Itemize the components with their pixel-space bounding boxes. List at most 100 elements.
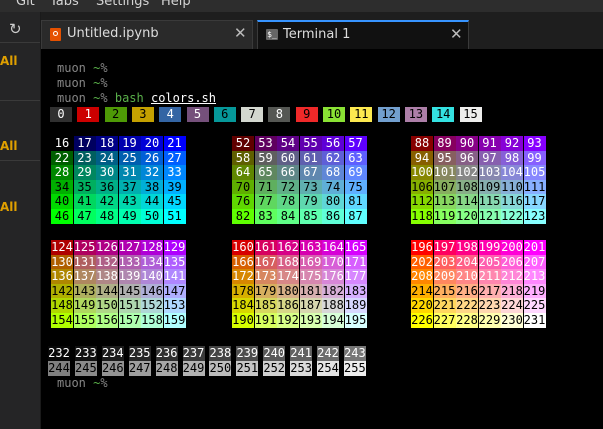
color-cell-233: 233 — [74, 346, 97, 361]
color-cell-98: 98 — [501, 150, 523, 166]
color-cell-36: 36 — [96, 179, 118, 195]
color-cell-33: 33 — [163, 165, 186, 181]
color-cell-69: 69 — [344, 165, 367, 181]
color-cell-190: 190 — [232, 313, 254, 328]
color-cell-244: 244 — [48, 360, 70, 376]
color-cell-70: 70 — [232, 179, 254, 195]
color-cell-136: 136 — [51, 269, 73, 285]
command-line: muon ~% bash colors.sh — [57, 91, 216, 106]
color-cell-34: 34 — [51, 179, 73, 195]
refresh-icon[interactable]: ↻ — [9, 20, 22, 38]
color-cell-54: 54 — [277, 136, 299, 151]
color-cell-79: 79 — [299, 194, 322, 210]
menu-help[interactable]: Help — [161, 0, 191, 9]
color-cell-173: 173 — [254, 269, 277, 285]
color-cell-234: 234 — [101, 346, 124, 361]
menu-tabs[interactable]: Tabs — [50, 0, 79, 9]
color-cell-119: 119 — [433, 209, 456, 224]
color-cell-75: 75 — [344, 179, 367, 195]
color-cell-156: 156 — [96, 313, 118, 328]
color-cell-143: 143 — [73, 283, 96, 299]
menu-settings[interactable]: Settings — [96, 0, 149, 9]
color-cell-193: 193 — [299, 313, 322, 328]
color-cell-157: 157 — [118, 313, 141, 328]
color-cell-207: 207 — [523, 254, 546, 270]
color-cell-8: 8 — [268, 107, 291, 122]
color-cell-250: 250 — [209, 360, 232, 376]
color-cell-65: 65 — [254, 165, 277, 181]
color-cell-199: 199 — [478, 240, 501, 255]
color-cell-90: 90 — [456, 136, 478, 151]
tab-untitled-ipynb[interactable]: Untitled.ipynb ✕ — [41, 20, 253, 49]
color-cell-23: 23 — [73, 150, 96, 166]
color-cell-18: 18 — [96, 136, 118, 151]
color-cell-24: 24 — [96, 150, 118, 166]
color-cell-86: 86 — [322, 209, 344, 224]
color-cell-239: 239 — [236, 346, 259, 361]
color-cell-15: 15 — [459, 107, 482, 122]
color-cell-138: 138 — [96, 269, 118, 285]
color-cell-49: 49 — [118, 209, 141, 224]
color-cell-182: 182 — [322, 283, 344, 299]
color-cell-62: 62 — [322, 150, 344, 166]
color-cell-225: 225 — [523, 298, 546, 314]
color-cell-151: 151 — [118, 298, 141, 314]
color-cell-236: 236 — [155, 346, 178, 361]
color-cell-206: 206 — [501, 254, 523, 270]
color-cell-246: 246 — [101, 360, 124, 376]
color-cell-71: 71 — [254, 179, 277, 195]
color-cell-92: 92 — [501, 136, 523, 151]
color-cell-7: 7 — [241, 107, 264, 122]
color-cell-84: 84 — [277, 209, 299, 224]
color-cell-241: 241 — [290, 346, 313, 361]
color-cell-159: 159 — [163, 313, 186, 328]
color-cell-189: 189 — [344, 298, 367, 314]
color-cell-145: 145 — [118, 283, 141, 299]
sidebar-all-link[interactable]: All — [0, 139, 18, 153]
close-icon[interactable]: ✕ — [234, 24, 247, 42]
color-cell-4: 4 — [159, 107, 182, 122]
color-cell-217: 217 — [478, 283, 501, 299]
prompt-line: muon ~% — [57, 61, 108, 76]
color-cell-192: 192 — [277, 313, 299, 328]
sidebar-divider — [0, 42, 40, 43]
color-cell-211: 211 — [478, 269, 501, 285]
color-cell-5: 5 — [186, 107, 209, 122]
color-cell-39: 39 — [163, 179, 186, 195]
color-cell-146: 146 — [141, 283, 163, 299]
color-cell-201: 201 — [523, 240, 546, 255]
color-cell-118: 118 — [411, 209, 433, 224]
color-cell-89: 89 — [433, 136, 456, 151]
color-cell-186: 186 — [277, 298, 299, 314]
sidebar-all-link[interactable]: All — [0, 54, 18, 68]
color-cell-74: 74 — [322, 179, 344, 195]
color-cell-66: 66 — [277, 165, 299, 181]
color-cell-132: 132 — [96, 254, 118, 270]
color-cell-202: 202 — [411, 254, 433, 270]
color-cell-198: 198 — [456, 240, 478, 255]
color-cell-167: 167 — [254, 254, 277, 270]
color-cell-142: 142 — [51, 283, 73, 299]
color-cell-73: 73 — [299, 179, 322, 195]
color-cell-88: 88 — [411, 136, 433, 151]
menu-git[interactable]: Git — [16, 0, 35, 9]
color-cell-121: 121 — [478, 209, 501, 224]
color-cell-227: 227 — [433, 313, 456, 328]
color-cell-197: 197 — [433, 240, 456, 255]
color-cell-179: 179 — [254, 283, 277, 299]
terminal-area[interactable]: muon ~% muon ~% muon ~% bash colors.sh 0… — [41, 49, 603, 429]
tab-bar: Untitled.ipynb ✕ $_ Terminal 1 ✕ — [41, 12, 603, 49]
color-cell-110: 110 — [501, 179, 523, 195]
color-cell-97: 97 — [478, 150, 501, 166]
close-icon[interactable]: ✕ — [450, 25, 463, 43]
color-cell-81: 81 — [344, 194, 367, 210]
prompt-symbol: % — [100, 376, 108, 390]
tab-label: Terminal 1 — [283, 27, 351, 42]
color-cell-109: 109 — [478, 179, 501, 195]
color-cell-77: 77 — [254, 194, 277, 210]
color-cell-169: 169 — [299, 254, 322, 270]
color-cell-83: 83 — [254, 209, 277, 224]
tab-terminal-1[interactable]: $_ Terminal 1 ✕ — [257, 20, 469, 49]
sidebar-all-link[interactable]: All — [0, 200, 18, 214]
color-cell-213: 213 — [523, 269, 546, 285]
